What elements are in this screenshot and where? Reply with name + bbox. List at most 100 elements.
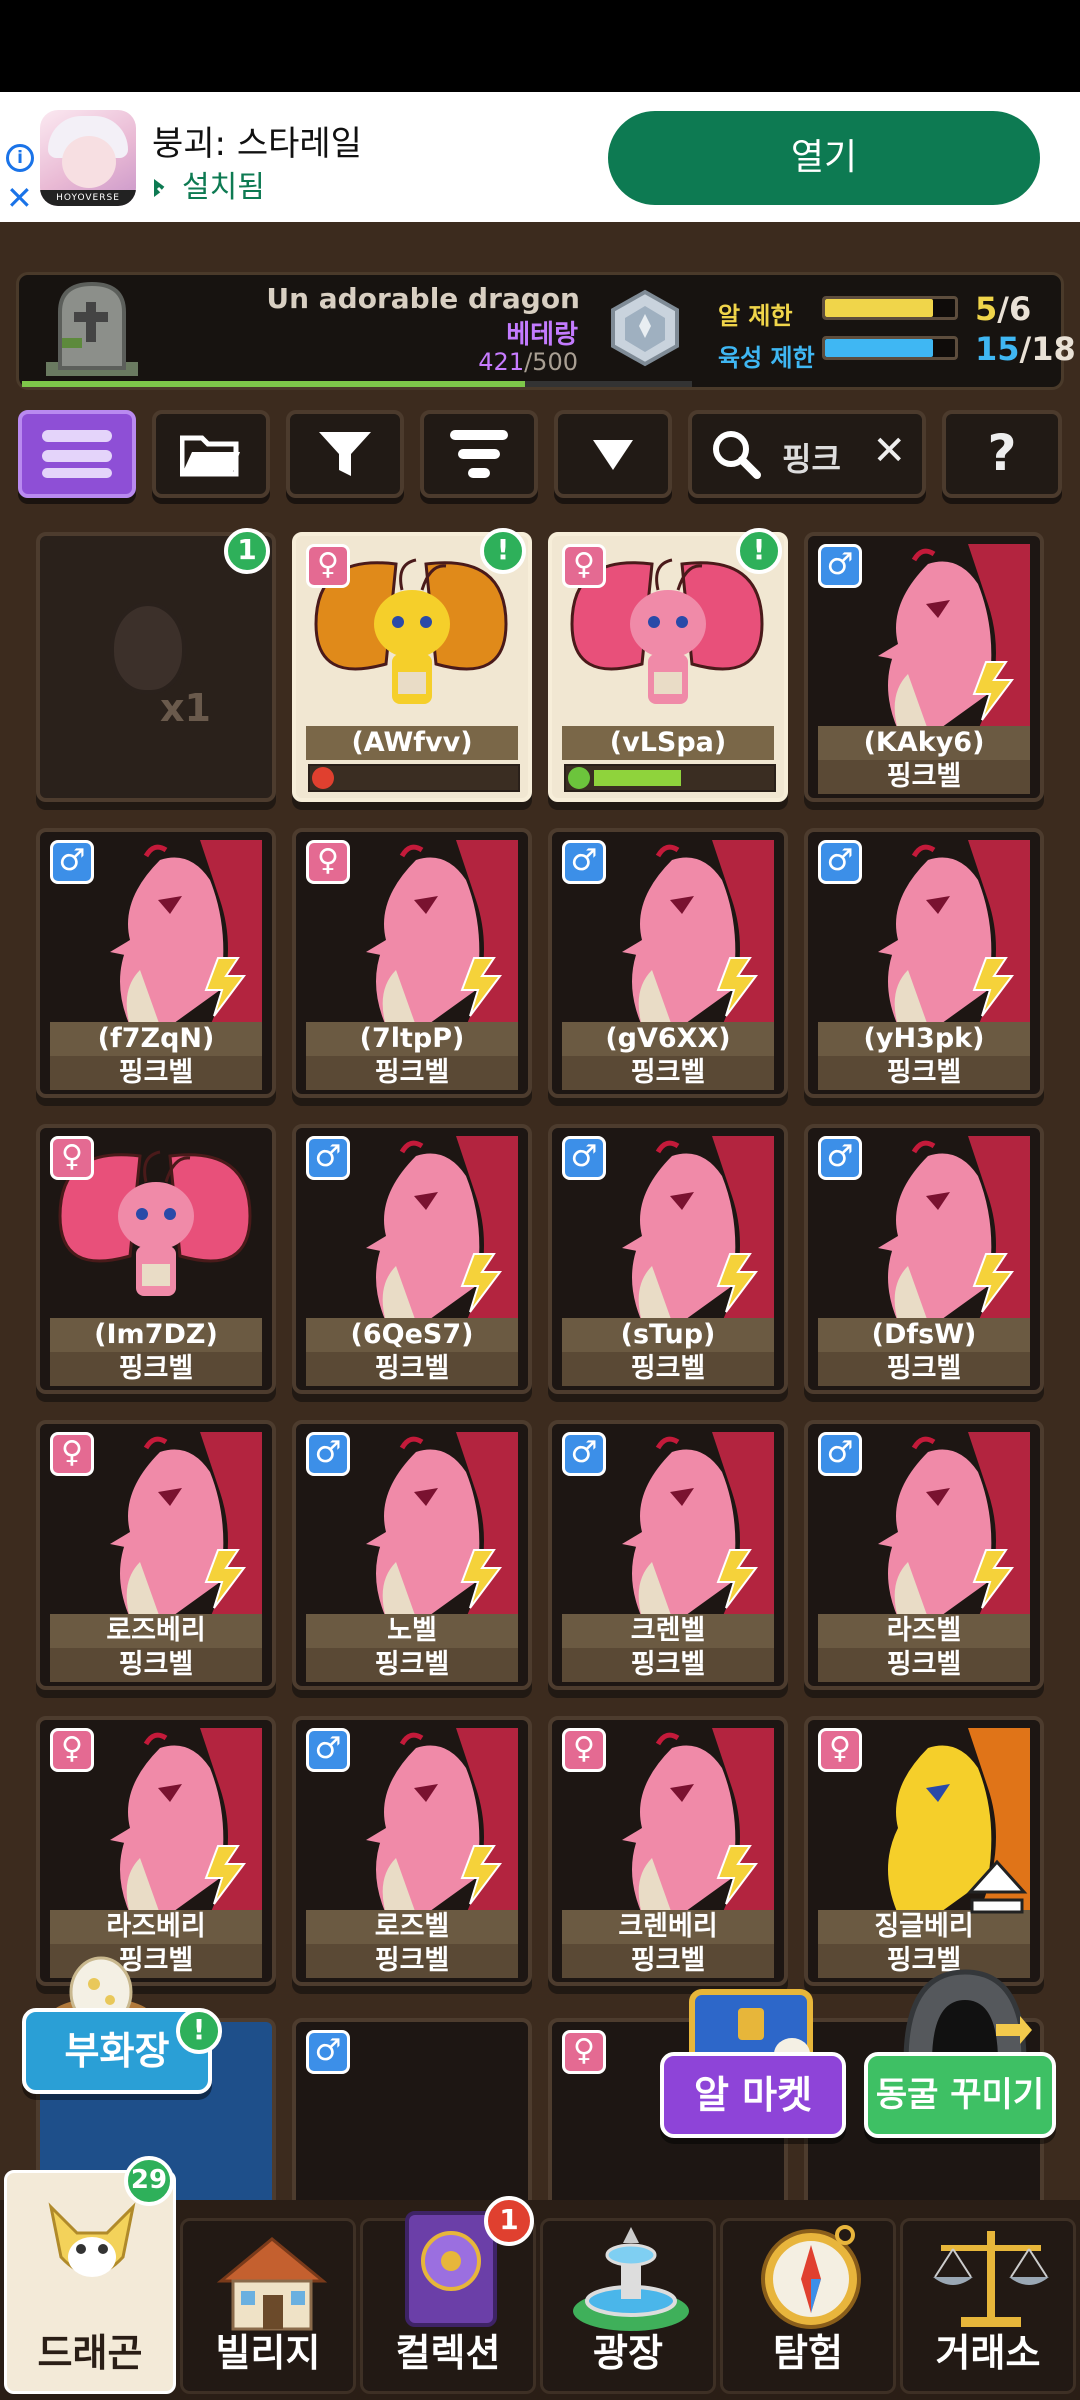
ad-app-icon[interactable]: HOYOVERSE [40,110,136,206]
dragon-card[interactable]: ♂ (sTup) 핑크벨 [548,1124,788,1394]
dragon-card[interactable]: ♂ (yH3pk) 핑크벨 [804,828,1044,1098]
female-icon: ♀ [562,544,606,588]
egg-count: x1 [160,686,211,730]
dragon-card[interactable]: ♀ 크렌베리 핑크벨 [548,1716,788,1986]
dragon-nickname: 라즈벨 [818,1614,1030,1648]
help-button[interactable]: ? [942,410,1062,498]
dragon-card[interactable]: ♂ 로즈벨 핑크벨 [292,1716,532,1986]
dragon-nickname: (7ltpP) [306,1022,518,1056]
menu-button[interactable] [18,410,136,498]
male-icon: ♂ [306,1728,350,1772]
dragon-species: 핑크벨 [818,1352,1030,1386]
search-box[interactable]: 핑크 ✕ [688,410,926,498]
dragon-card[interactable]: ♀ (7ltpP) 핑크벨 [292,828,532,1098]
dragon-card[interactable]: ♂ (6QeS7) 핑크벨 [292,1124,532,1394]
clear-icon[interactable]: ✕ [872,428,906,474]
nav-collection-label: 컬렉션 [395,2331,501,2375]
male-icon: ♂ [818,1432,862,1476]
plaza-fountain-icon [573,2227,689,2331]
male-icon: ♂ [50,840,94,884]
raise-limit-fill [825,339,933,357]
male-icon: ♂ [562,1432,606,1476]
ad-banner[interactable]: i ✕ HOYOVERSE 붕괴: 스타레일 설치됨 열기 [0,92,1080,222]
dragon-card[interactable]: ♂ (gV6XX) 핑크벨 [548,828,788,1098]
xp-bar [22,381,692,387]
sort-button[interactable] [420,410,538,498]
folder-icon [180,435,240,477]
rank-badge-icon[interactable] [605,288,685,368]
egg-limit-current: 5 [975,290,998,328]
dragon-nickname: (AWfvv) [306,726,518,760]
dragon-card[interactable]: ♂ (DfsW) 핑크벨 [804,1124,1044,1394]
tombstone-icon[interactable] [40,278,144,380]
card-notification-badge: ! [480,528,526,574]
nav-village[interactable]: 빌리지 [180,2218,356,2394]
dragon-nickname: 크렌베리 [562,1910,774,1944]
dragon-count-badge: 29 [124,2156,174,2206]
egg-icon [110,602,186,694]
filter-button[interactable] [286,410,404,498]
info-icon[interactable]: i [6,144,34,172]
dragon-card[interactable]: ♂ 라즈벨 핑크벨 [804,1420,1044,1690]
nav-plaza[interactable]: 광장 [540,2218,716,2394]
hatchery-notification-badge: ! [176,2008,222,2054]
egg-limit-label: 알 제한 [718,302,793,330]
dragon-species: 핑크벨 [306,1056,518,1090]
dragon-card[interactable]: ♀ 라즈베리 핑크벨 [36,1716,276,1986]
level-max: /500 [524,348,578,376]
dragon-card[interactable]: ♂ 크렌벨 핑크벨 [548,1420,788,1690]
card-notification-badge: ! [736,528,782,574]
egg-limit-bar [822,296,958,320]
cave-decor-button[interactable]: 동굴 꾸미기 [864,2052,1056,2138]
nav-exchange[interactable]: 거래소 [900,2218,1076,2394]
scroll-top-icon[interactable] [966,1858,1028,1920]
dragon-nickname: 로즈벨 [306,1910,518,1944]
dragon-species: 핑크벨 [50,1648,262,1682]
close-icon[interactable]: ✕ [6,182,33,214]
menu-icon [42,430,112,478]
nav-explore[interactable]: 탐험 [720,2218,896,2394]
folder-button[interactable] [152,410,270,498]
ad-brand-logo: HOYOVERSE [40,190,136,206]
mood-bar [308,764,520,792]
dragon-species: 핑크벨 [818,1648,1030,1682]
dragon-card[interactable]: ♂ (KAky6) 핑크벨 [804,532,1044,802]
female-icon: ♀ [562,2030,606,2074]
dragon-species: 핑크벨 [306,1352,518,1386]
ad-title[interactable]: 붕괴: 스타레일 [152,116,362,165]
dragon-nickname: (KAky6) [818,726,1030,760]
installed-check-icon [154,179,174,197]
angry-face-icon [312,767,334,789]
help-icon: ? [987,424,1017,482]
village-icon [216,2237,328,2331]
dragon-species: 핑크벨 [562,1352,774,1386]
egg-limit-fill [825,299,933,317]
compass-icon [761,2225,861,2329]
mood-bar [564,764,776,792]
egg-market-button[interactable]: 알 마켓 [660,2052,846,2138]
dragon-nickname: 로즈베리 [50,1614,262,1648]
female-icon: ♀ [50,1136,94,1180]
dragon-nickname: 라즈베리 [50,1910,262,1944]
dragon-species: 핑크벨 [306,1944,518,1978]
raise-limit-bar [822,336,958,360]
dragon-nickname: (gV6XX) [562,1022,774,1056]
dragon-card[interactable]: ♀ 로즈베리 핑크벨 [36,1420,276,1690]
dragon-card[interactable]: ♂ (f7ZqN) 핑크벨 [36,828,276,1098]
search-icon [713,431,761,479]
ad-open-button[interactable]: 열기 [608,111,1040,205]
dragon-card[interactable]: ♂ 노벨 핑크벨 [292,1420,532,1690]
dragon-name: Un adorable dragon [266,282,580,315]
dragon-card[interactable]: ♀ (Im7DZ) 핑크벨 [36,1124,276,1394]
status-bar [0,0,1080,92]
female-icon: ♀ [562,1728,606,1772]
raise-limit-label: 육성 제한 [718,344,815,372]
collapse-button[interactable] [554,410,672,498]
nav-dragon-label: 드래곤 [37,2331,143,2375]
male-icon: ♂ [306,1136,350,1180]
dragon-nickname: (6QeS7) [306,1318,518,1352]
search-input[interactable]: 핑크 [782,434,841,480]
happy-face-icon [568,767,590,789]
dragon-card-partial[interactable]: ♂ [292,2018,532,2218]
dragon-card[interactable]: ♀ 징글베리 핑크벨 [804,1716,1044,1986]
